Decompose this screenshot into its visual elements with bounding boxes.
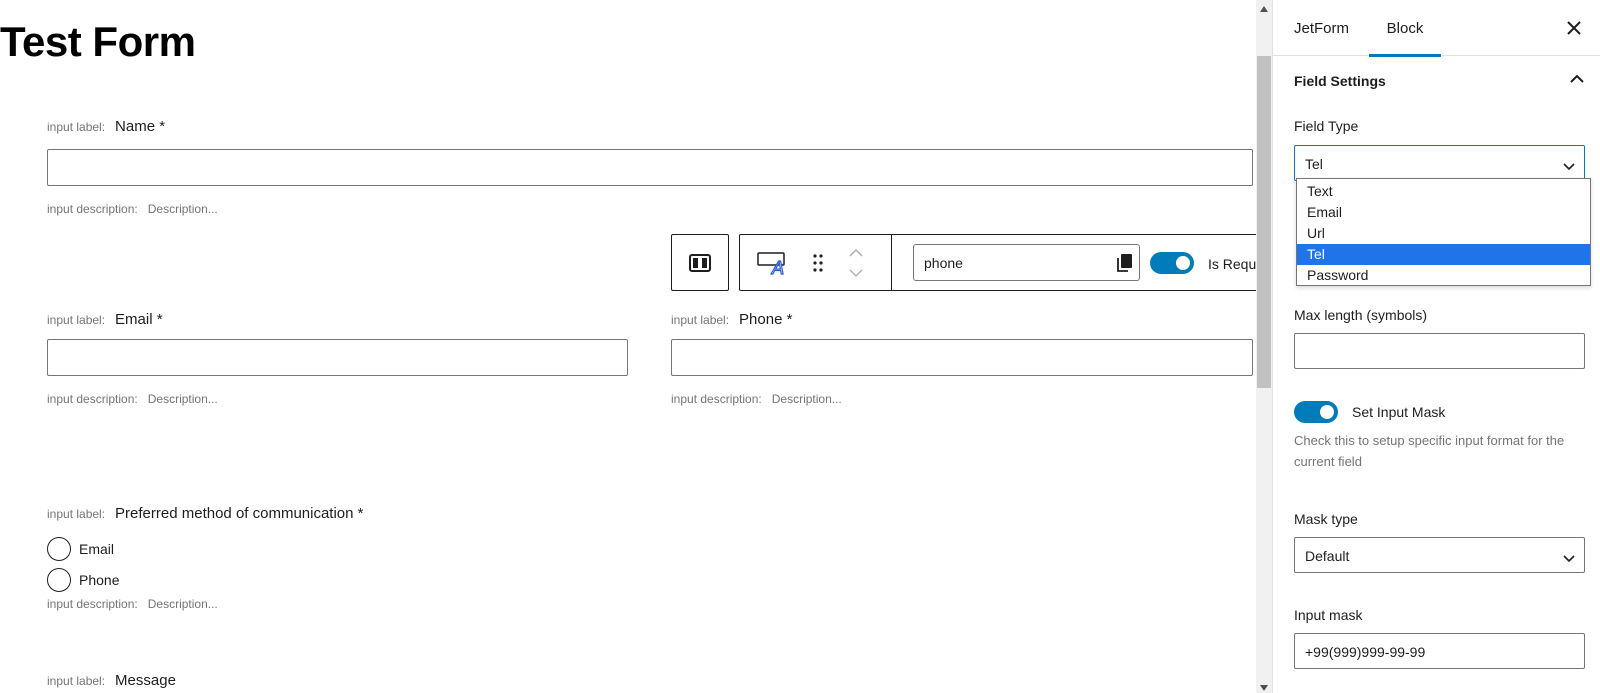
input-mask-help-text: Check this to setup specific input forma… [1294,433,1565,469]
close-icon[interactable] [1564,18,1584,38]
description-prefix: input description: [671,392,762,406]
set-input-mask-label: Set Input Mask [1352,404,1446,420]
panel-title[interactable]: Field Settings [1294,73,1386,89]
description-prefix: input description: [47,392,138,406]
settings-sidebar: JetForm Block Field Settings Field Type … [1272,0,1600,693]
chevron-up-icon[interactable] [1568,72,1586,90]
is-required-label: Is Required [1208,256,1256,272]
description-text[interactable]: Description... [772,392,842,406]
page-title[interactable]: Test Form [0,18,196,66]
scroll-thumb[interactable] [1257,56,1271,388]
description-prefix: input description: [47,597,138,611]
chevron-down-icon [849,269,863,278]
sidebar-header: JetForm Block [1273,0,1600,57]
radio-option-email[interactable]: Email [47,537,114,561]
radio-button[interactable] [47,568,71,592]
scroll-up-arrow[interactable] [1256,2,1272,16]
preferred-field-description: input description: Description... [47,597,218,611]
input-mask-value: +99(999)999-99-99 [1305,644,1426,660]
email-field-description: input description: Description... [47,392,218,406]
description-text[interactable]: Description... [148,597,218,611]
radio-button[interactable] [47,537,71,561]
email-input[interactable] [47,339,628,376]
phone-label-text[interactable]: Phone * [739,311,792,328]
toggle-knob [1320,405,1334,419]
dropdown-option-email[interactable]: Email [1297,202,1590,223]
radio-label: Phone [79,572,120,588]
set-input-mask-toggle[interactable] [1294,401,1338,423]
label-prefix: input label: [47,674,106,688]
field-type-dropdown-list: Text Email Url Tel Password [1296,178,1591,286]
field-name-input[interactable]: phone [913,244,1140,281]
label-prefix: input label: [47,313,106,327]
field-type-value: Tel [1305,156,1323,172]
editor-canvas: Test Form input label: Name * input desc… [0,0,1256,693]
email-label-text[interactable]: Email * [115,311,163,328]
move-down-button[interactable] [844,265,868,281]
label-prefix: input label: [671,313,730,327]
name-field-label: input label: Name * [47,118,165,135]
description-text[interactable]: Description... [148,202,218,216]
chevron-up-icon [849,248,863,257]
input-mask-label: Input mask [1294,607,1363,623]
toolbar-divider [891,235,892,290]
tab-label: JetForm [1294,19,1350,37]
description-text[interactable]: Description... [148,392,218,406]
tab-label: Block [1386,19,1424,37]
active-tab-indicator [1369,54,1441,57]
field-name-value: phone [924,255,963,271]
preferred-field-label: input label: Preferred method of communi… [47,505,364,522]
dropdown-option-text[interactable]: Text [1297,181,1590,202]
mask-type-label: Mask type [1294,511,1358,527]
label-prefix: input label: [47,507,106,521]
name-field-description: input description: Description... [47,202,218,216]
field-type-select[interactable]: Tel [1294,145,1585,181]
text-field-block-icon[interactable]: A [752,245,794,281]
dropdown-option-password[interactable]: Password [1297,265,1590,286]
scroll-down-arrow[interactable] [1256,681,1272,693]
label-prefix: input label: [47,120,106,134]
phone-field-description: input description: Description... [671,392,842,406]
columns-block-button[interactable] [671,234,729,291]
mask-type-select[interactable]: Default [1294,537,1585,573]
radio-option-phone[interactable]: Phone [47,568,119,592]
chevron-down-icon [1562,158,1576,176]
chevron-down-icon [1562,550,1576,568]
toggle-knob [1176,256,1190,270]
email-field-label: input label: Email * [47,311,163,328]
mask-type-value: Default [1305,548,1350,564]
columns-icon [672,235,728,290]
copy-icon[interactable] [1116,253,1134,278]
dropdown-option-tel[interactable]: Tel [1297,244,1590,265]
tab-jetform[interactable]: JetForm [1294,0,1364,56]
input-mask-input[interactable]: +99(999)999-99-99 [1294,633,1585,669]
description-prefix: input description: [47,202,138,216]
drag-handle-icon[interactable] [806,249,830,277]
name-label-text[interactable]: Name * [115,118,165,135]
svg-text:A: A [771,258,784,276]
preferred-label-text[interactable]: Preferred method of communication * [115,505,363,522]
tab-block[interactable]: Block [1369,0,1441,57]
canvas-scrollbar[interactable] [1256,0,1272,693]
phone-input[interactable] [671,339,1253,376]
name-input[interactable] [47,149,1253,186]
phone-field-label: input label: Phone * [671,311,792,328]
is-required-toggle[interactable] [1150,252,1194,274]
message-label-text[interactable]: Message [115,672,176,689]
dropdown-option-url[interactable]: Url [1297,223,1590,244]
radio-label: Email [79,541,115,557]
max-length-input[interactable] [1294,333,1585,369]
field-type-label: Field Type [1294,118,1359,134]
move-up-button[interactable] [844,245,868,261]
message-field-label: input label: Message [47,672,176,689]
max-length-label: Max length (symbols) [1294,307,1428,323]
